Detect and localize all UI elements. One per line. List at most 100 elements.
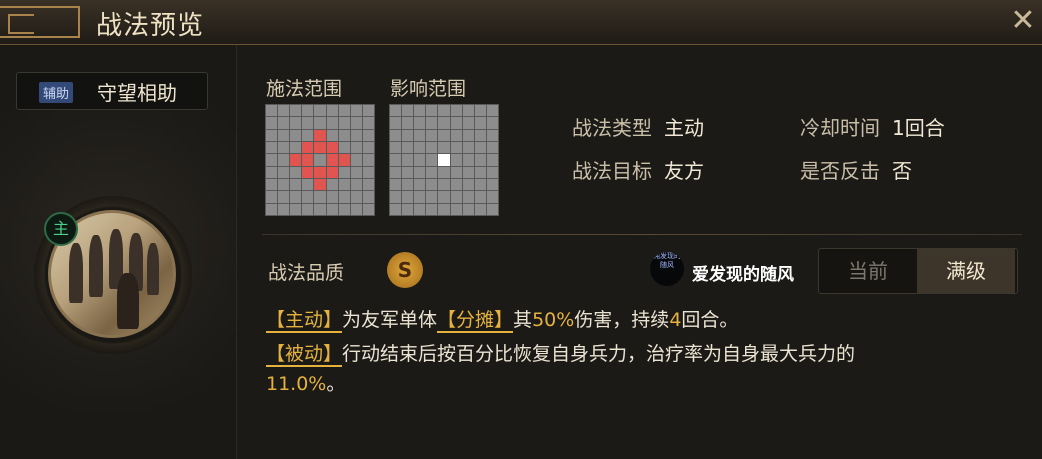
grid-cell — [302, 203, 314, 215]
grid-cell — [338, 154, 350, 166]
desc-text: 行动结束后按百分比恢复自身兵力，治疗率为自身最大兵力的 — [342, 343, 856, 365]
grid-cell — [338, 178, 350, 191]
grid-cell — [450, 154, 462, 166]
grid-cell — [450, 141, 462, 154]
grid-cell — [414, 191, 426, 203]
grid-cell — [362, 105, 374, 117]
grid-cell — [326, 178, 338, 191]
grid-cell — [326, 105, 338, 117]
grid-cell — [402, 154, 414, 166]
share-percent: 50% — [532, 309, 575, 331]
grid-cell — [474, 191, 486, 203]
counter-label: 是否反击 — [800, 159, 880, 183]
info-target: 战法目标 友方 — [572, 155, 704, 184]
grid-cell — [290, 105, 302, 117]
grid-cell — [290, 166, 302, 178]
grid-cell — [474, 203, 486, 215]
grid-cell — [302, 191, 314, 203]
desc-text: 伤害，持续 — [574, 309, 670, 331]
grid-cell — [278, 105, 290, 117]
grid-cell — [390, 105, 402, 117]
grid-cell — [278, 178, 290, 191]
grid-cell — [278, 203, 290, 215]
grid-cell — [314, 154, 326, 166]
tab-max-level[interactable]: 满级 — [917, 249, 1015, 293]
grid-cell — [462, 129, 474, 141]
grid-cell — [438, 191, 450, 203]
grid-cell — [266, 105, 278, 117]
grid-cell — [266, 129, 278, 141]
grid-cell — [278, 117, 290, 129]
grid-cell — [450, 117, 462, 129]
grid-cell — [326, 129, 338, 141]
cooldown-label: 冷却时间 — [800, 116, 880, 140]
grid-cell — [486, 154, 498, 166]
grid-cell — [438, 129, 450, 141]
grid-cell — [266, 141, 278, 154]
desc-text: 其 — [513, 309, 533, 331]
grid-cell — [438, 166, 450, 178]
cast-range-label: 施法范围 — [266, 78, 343, 100]
grid-cell — [390, 191, 402, 203]
grid-cell — [362, 203, 374, 215]
grid-cell — [326, 203, 338, 215]
page-title: 战法预览 — [96, 11, 205, 41]
grid-cell — [314, 178, 326, 191]
grid-cell — [390, 129, 402, 141]
grid-cell — [474, 154, 486, 166]
grid-cell — [278, 129, 290, 141]
grid-cell — [390, 178, 402, 191]
grid-cell — [362, 178, 374, 191]
grid-cell — [438, 178, 450, 191]
grid-cell — [314, 191, 326, 203]
grid-cell — [474, 166, 486, 178]
grid-cell — [302, 129, 314, 141]
grid-cell — [450, 203, 462, 215]
grid-cell — [486, 129, 498, 141]
grid-cell — [290, 141, 302, 154]
grid-cell — [338, 203, 350, 215]
grid-cell — [450, 129, 462, 141]
grid-cell — [414, 105, 426, 117]
quality-grade-badge: S — [387, 252, 423, 288]
grid-cell — [414, 154, 426, 166]
grid-cell — [402, 129, 414, 141]
close-icon[interactable]: ✕ — [1008, 6, 1038, 36]
grid-cell — [462, 178, 474, 191]
duration-turns: 4 — [669, 309, 682, 331]
grid-cell — [302, 178, 314, 191]
grid-cell — [486, 117, 498, 129]
description-line-1: 【主动】为友军单体【分摊】其50%伤害，持续4回合。 — [266, 306, 1026, 334]
grid-cell — [390, 166, 402, 178]
grid-cell — [426, 154, 438, 166]
grid-cell — [278, 166, 290, 178]
grid-cell — [390, 203, 402, 215]
grid-cell — [266, 191, 278, 203]
grid-cell — [338, 105, 350, 117]
grid-cell — [426, 105, 438, 117]
info-skill-type: 战法类型 主动 — [572, 112, 704, 141]
desc-text: 为友军单体 — [342, 309, 438, 331]
grid-cell — [266, 166, 278, 178]
grid-cell — [474, 178, 486, 191]
passive-tag: 【被动】 — [266, 343, 343, 367]
tab-current-level[interactable]: 当前 — [819, 249, 917, 293]
grid-cell — [350, 154, 362, 166]
grid-cell — [414, 178, 426, 191]
grid-cell — [390, 117, 402, 129]
grid-cell — [266, 178, 278, 191]
grid-cell — [402, 178, 414, 191]
grid-cell — [314, 166, 326, 178]
grid-cell — [414, 117, 426, 129]
grid-cell — [350, 129, 362, 141]
grid-cell — [462, 203, 474, 215]
grid-cell — [474, 105, 486, 117]
grid-cell — [426, 203, 438, 215]
grid-cell — [462, 191, 474, 203]
grid-cell — [474, 117, 486, 129]
grid-cell — [402, 191, 414, 203]
title-bar: 战法预览 ✕ — [0, 0, 1042, 45]
grid-cell — [314, 117, 326, 129]
grid-cell — [302, 117, 314, 129]
grid-cell — [290, 191, 302, 203]
